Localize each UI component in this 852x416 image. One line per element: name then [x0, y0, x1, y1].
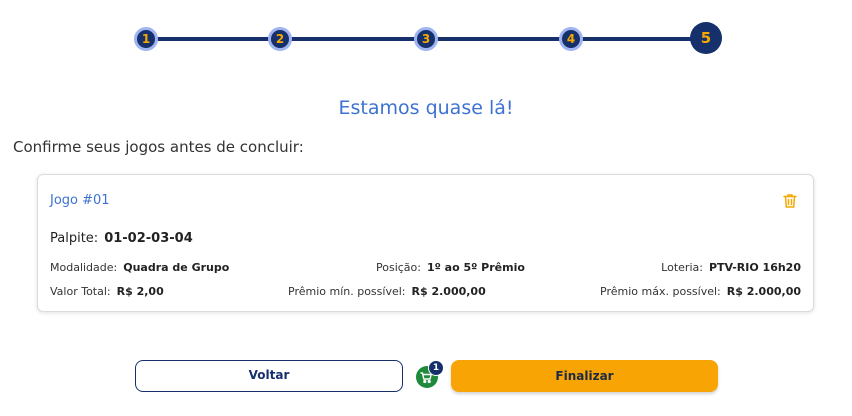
step-5-current: 5 — [690, 22, 722, 54]
step-1: 1 — [134, 27, 158, 51]
premio-min: Prêmio mín. possível: R$ 2.000,00 — [288, 285, 486, 298]
premio-min-label: Prêmio mín. possível: — [288, 285, 406, 298]
premio-max-value: R$ 2.000,00 — [726, 285, 801, 298]
game-title: Jogo #01 — [50, 193, 110, 208]
premio-max: Prêmio máx. possível: R$ 2.000,00 — [600, 285, 801, 298]
modalidade-value: Quadra de Grupo — [123, 261, 230, 274]
loteria: Loteria: PTV-RIO 16h20 — [661, 261, 801, 274]
valor-total-label: Valor Total: — [50, 285, 111, 298]
game-card: Jogo #01 Palpite: 01-02-03-04 Modalidade:… — [37, 174, 814, 312]
palpite-value: 01-02-03-04 — [104, 231, 193, 246]
palpite-label: Palpite: — [50, 231, 99, 246]
modalidade: Modalidade: Quadra de Grupo — [50, 261, 229, 274]
cart-count-badge: 1 — [428, 360, 444, 376]
palpite-row: Palpite: 01-02-03-04 — [50, 231, 193, 246]
trash-icon[interactable] — [781, 192, 799, 210]
loteria-label: Loteria: — [661, 261, 703, 274]
finish-button[interactable]: Finalizar — [451, 360, 718, 392]
posicao-label: Posição: — [376, 261, 421, 274]
details-row-1: Modalidade: Quadra de Grupo Posição: 1º ao… — [50, 261, 801, 277]
premio-max-label: Prêmio máx. possível: — [600, 285, 721, 298]
valor-total: Valor Total: R$ 2,00 — [50, 285, 164, 298]
step-3: 3 — [414, 27, 438, 51]
page-heading: Estamos quase lá! — [338, 97, 514, 119]
posicao-value: 1º ao 5º Prêmio — [426, 261, 525, 274]
modalidade-label: Modalidade: — [50, 261, 118, 274]
page-subheading: Confirme seus jogos antes de concluir: — [13, 138, 304, 156]
step-4: 4 — [559, 27, 583, 51]
details-row-2: Valor Total: R$ 2,00 Prêmio mín. possível… — [50, 285, 801, 301]
valor-total-value: R$ 2,00 — [116, 285, 164, 298]
progress-stepper: 1 2 3 4 5 — [0, 0, 852, 80]
posicao: Posição: 1º ao 5º Prêmio — [376, 261, 525, 274]
back-button[interactable]: Voltar — [135, 360, 403, 392]
step-2: 2 — [268, 27, 292, 51]
loteria-value: PTV-RIO 16h20 — [708, 261, 801, 274]
premio-min-value: R$ 2.000,00 — [411, 285, 486, 298]
